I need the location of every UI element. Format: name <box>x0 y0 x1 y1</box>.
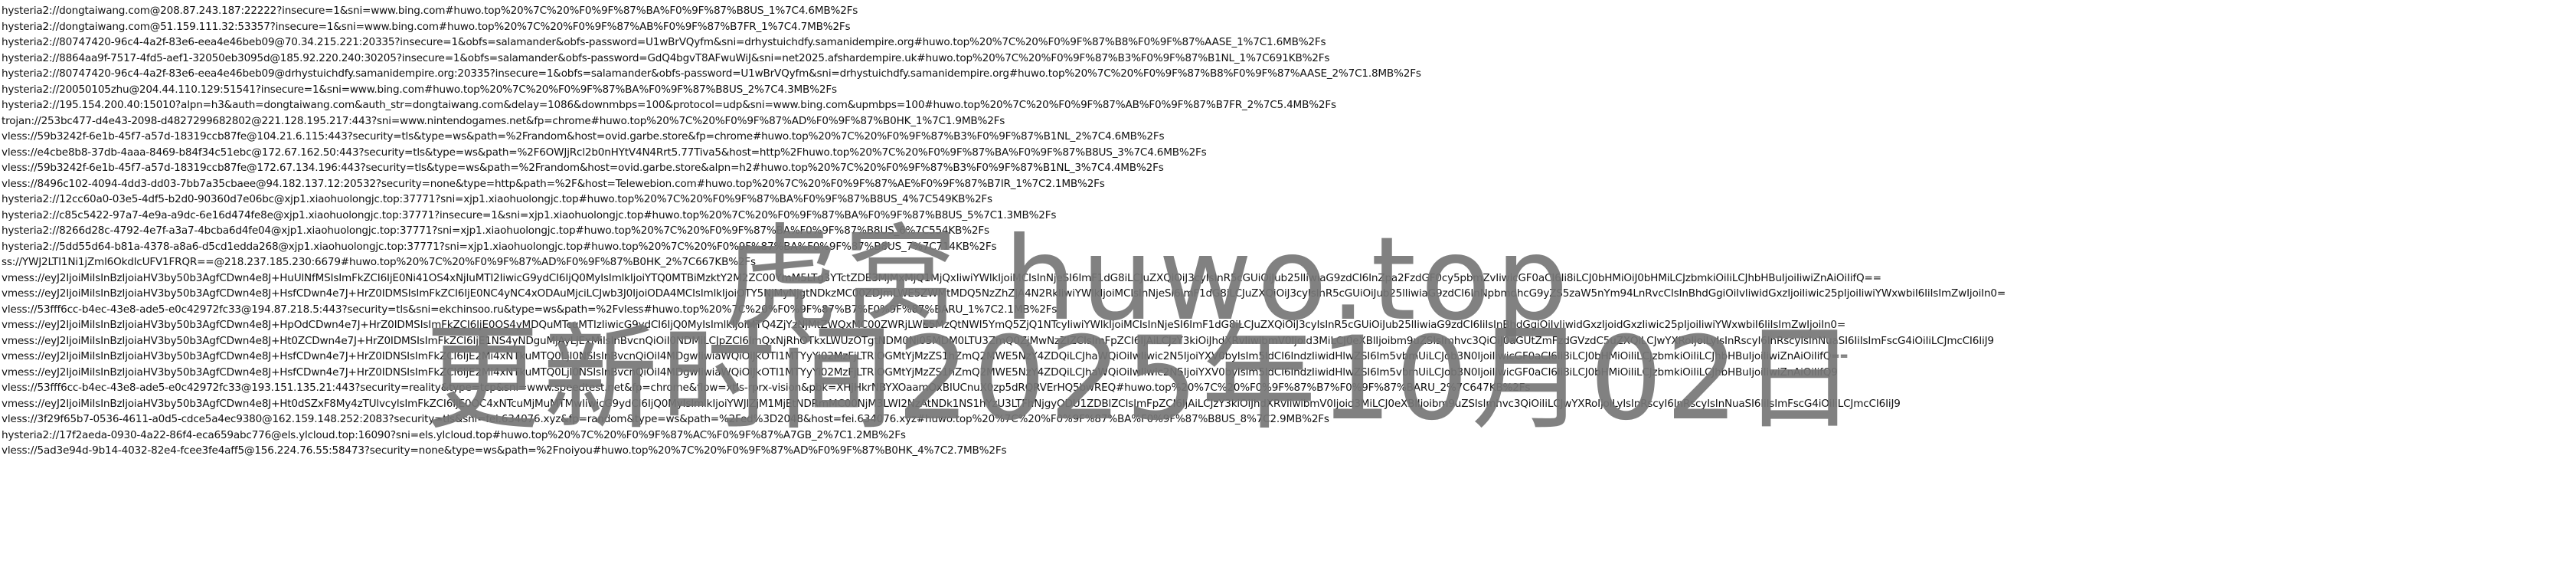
config-line: hysteria2://195.154.200.40:15010?alpn=h3… <box>2 99 1336 111</box>
config-line: hysteria2://80747420-96c4-4a2f-83e6-eea4… <box>2 67 1421 80</box>
config-line: vmess://eyJ2IjoiMiIsInBzIjoiaHV3by50b3Ag… <box>2 271 1881 284</box>
config-line: hysteria2://8266d28c-4792-4e7f-a3a7-4bcb… <box>2 225 989 237</box>
config-line: vless://59b3242f-6e1b-45f7-a57d-18319ccb… <box>2 162 1164 174</box>
config-line: vmess://eyJ2IjoiMiIsInBzIjoiaHV3by50b3Ag… <box>2 365 1838 379</box>
config-line: hysteria2://dongtaiwang.com@51.159.111.3… <box>2 20 851 33</box>
config-line: trojan://253bc477-d4e43-2098-d4827299682… <box>2 114 1005 127</box>
config-line: hysteria2://dongtaiwang.com@208.87.243.1… <box>2 5 858 17</box>
config-line: hysteria2://12cc60a0-03e5-4df5-b2d0-9036… <box>2 193 992 205</box>
config-line: vless://e4cbe8b8-37db-4aaa-8469-b84f34c5… <box>2 146 1207 159</box>
config-line: vmess://eyJ2IjoiMiIsInBzIjoiaHV3by50b3Ag… <box>2 397 1901 410</box>
config-line: hysteria2://5dd55d64-b81a-4378-a8a6-d5cd… <box>2 240 997 253</box>
config-line: hysteria2://20050105zhu@204.44.110.129:5… <box>2 83 837 96</box>
config-line: hysteria2://80747420-96c4-4a2f-83e6-eea4… <box>2 36 1326 48</box>
config-line: vmess://eyJ2IjoiMiIsInBzIjoiaHV3by50b3Ag… <box>2 319 1846 331</box>
config-line: hysteria2://c85c5422-97a7-4e9a-a9dc-6e16… <box>2 208 1057 221</box>
config-line: ss://YWJ2LTI1Ni1jZml6OkdlcUFV1FRQR==@218… <box>2 256 756 268</box>
subscription-text-list: hysteria2://dongtaiwang.com@208.87.243.1… <box>0 3 2576 459</box>
config-line: vless://53fff6cc-b4ec-43e8-ade5-e0c42972… <box>2 382 1531 394</box>
config-line: vless://59b3242f-6e1b-45f7-a57d-18319ccb… <box>2 130 1165 143</box>
config-line: hysteria2://8864aa9f-7517-4fd5-aef1-3205… <box>2 51 1330 64</box>
config-line: vless://8496c102-4094-4dd3-dd03-7bb7a35c… <box>2 177 1105 190</box>
config-line: vless://5ad3e94d-9b14-4032-82e4-fcee3fe4… <box>2 444 1007 457</box>
config-line: vless://53fff6cc-b4ec-43e8-ade5-e0c42972… <box>2 303 1058 316</box>
config-line: vless://3f29f65b7-0536-4611-a0d5-cdce5a4… <box>2 413 1329 425</box>
config-line: vmess://eyJ2IjoiMiIsInBzIjoiaHV3by50b3Ag… <box>2 334 1994 347</box>
config-line: vmess://eyJ2IjoiMiIsInBzIjoiaHV3by50b3Ag… <box>2 287 2006 300</box>
config-line: hysteria2://17f2aeda-0930-4a22-86f4-eca6… <box>2 428 906 441</box>
config-line: vmess://eyJ2IjoiMiIsInBzIjoiaHV3by50b3Ag… <box>2 350 1849 362</box>
